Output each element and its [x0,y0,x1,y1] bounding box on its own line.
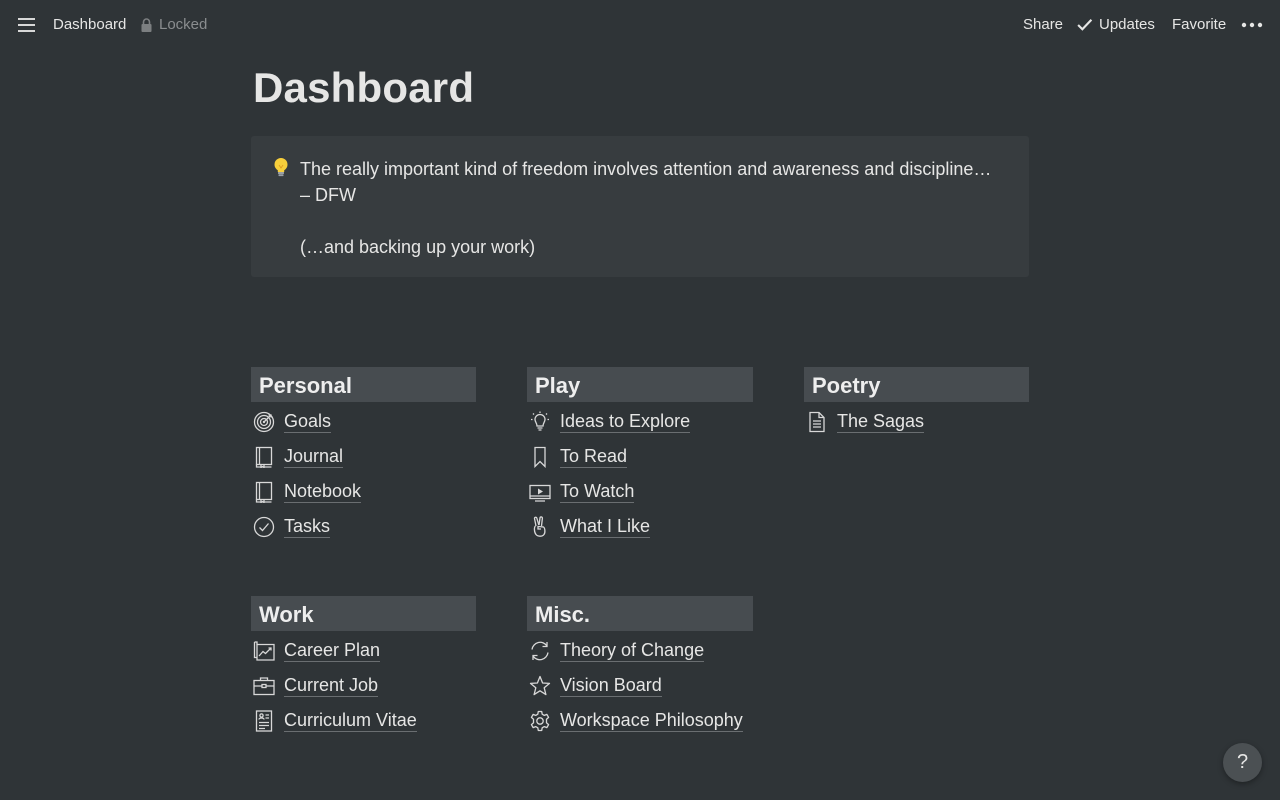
document-icon [805,410,829,434]
section-heading: Play [527,367,753,402]
locked-label: Locked [159,16,208,33]
gear-icon [528,709,552,733]
link-what-i-like[interactable]: What I Like [527,509,753,544]
sidebar-toggle-button[interactable] [14,13,40,37]
lock-icon [141,17,152,32]
locked-indicator[interactable]: Locked [140,16,207,33]
more-options-button[interactable] [1240,16,1264,34]
section-heading: Work [251,596,476,631]
callout-line-1: The really important kind of freedom inv… [300,159,992,179]
link-workspace-philosophy[interactable]: Workspace Philosophy [527,703,753,738]
notebook-icon [252,445,276,469]
link-career-plan[interactable]: Career Plan [251,633,476,668]
lightbulb-icon [528,410,552,434]
link-ideas-to-explore[interactable]: Ideas to Explore [527,404,753,439]
link-theory-of-change[interactable]: Theory of Change [527,633,753,668]
chart-map-icon [252,639,276,663]
section-misc: Misc. Theory of Change Vision Board Work… [527,596,753,738]
section-work: Work Career Plan Current Job Curriculum … [251,596,476,738]
link-label: Goals [284,410,332,433]
refresh-icon [528,639,552,663]
notebook-icon [252,480,276,504]
link-journal[interactable]: Journal [251,439,476,474]
page-title: Dashboard [253,64,475,111]
link-label: Workspace Philosophy [560,709,743,732]
link-tasks[interactable]: Tasks [251,509,476,544]
star-icon [528,674,552,698]
link-goals[interactable]: Goals [251,404,476,439]
link-curriculum-vitae[interactable]: Curriculum Vitae [251,703,476,738]
link-vision-board[interactable]: Vision Board [527,668,753,703]
link-label: Notebook [284,480,362,503]
section-heading: Poetry [804,367,1029,402]
link-label: What I Like [560,515,651,538]
link-label: Ideas to Explore [560,410,691,433]
callout-line-2: – DFW [300,185,356,205]
callout-text: The really important kind of freedom inv… [300,156,1020,260]
link-label: To Read [560,445,628,468]
link-notebook[interactable]: Notebook [251,474,476,509]
link-label: Vision Board [560,674,662,697]
share-button[interactable]: Share [1023,16,1063,33]
link-label: The Sagas [837,410,925,433]
section-heading: Misc. [527,596,753,631]
link-label: Journal [284,445,344,468]
favorite-button[interactable]: Favorite [1172,16,1226,33]
link-label: Curriculum Vitae [284,709,417,732]
hamburger-menu-icon [18,18,35,32]
link-label: Theory of Change [560,639,705,662]
link-label: To Watch [560,480,635,503]
lightbulb-emoji-icon[interactable] [270,156,292,178]
link-to-read[interactable]: To Read [527,439,753,474]
section-heading: Personal [251,367,476,402]
bookmark-icon [528,445,552,469]
section-personal: Personal Goals Journal Notebook Tasks [251,367,476,544]
peace-hand-icon [528,515,552,539]
link-to-watch[interactable]: To Watch [527,474,753,509]
link-label: Tasks [284,515,331,538]
video-icon [528,480,552,504]
breadcrumb-dashboard[interactable]: Dashboard [53,16,126,33]
ellipsis-icon [1241,22,1263,28]
section-play: Play Ideas to Explore To Read To Watch W… [527,367,753,544]
briefcase-icon [252,674,276,698]
link-the-sagas[interactable]: The Sagas [804,404,1029,439]
help-button[interactable]: ? [1223,743,1262,782]
updates-label: Updates [1099,16,1155,33]
quote-callout: The really important kind of freedom inv… [251,136,1029,277]
updates-button[interactable]: Updates [1076,16,1155,33]
section-poetry: Poetry The Sagas [804,367,1029,439]
callout-line-3: (…and backing up your work) [300,237,536,257]
link-current-job[interactable]: Current Job [251,668,476,703]
link-label: Career Plan [284,639,381,662]
top-bar: Dashboard Locked Share Updates Favorite [0,0,1280,50]
resume-icon [252,709,276,733]
checkmark-icon [1077,18,1093,31]
target-icon [252,410,276,434]
check-circle-icon [252,515,276,539]
link-label: Current Job [284,674,379,697]
